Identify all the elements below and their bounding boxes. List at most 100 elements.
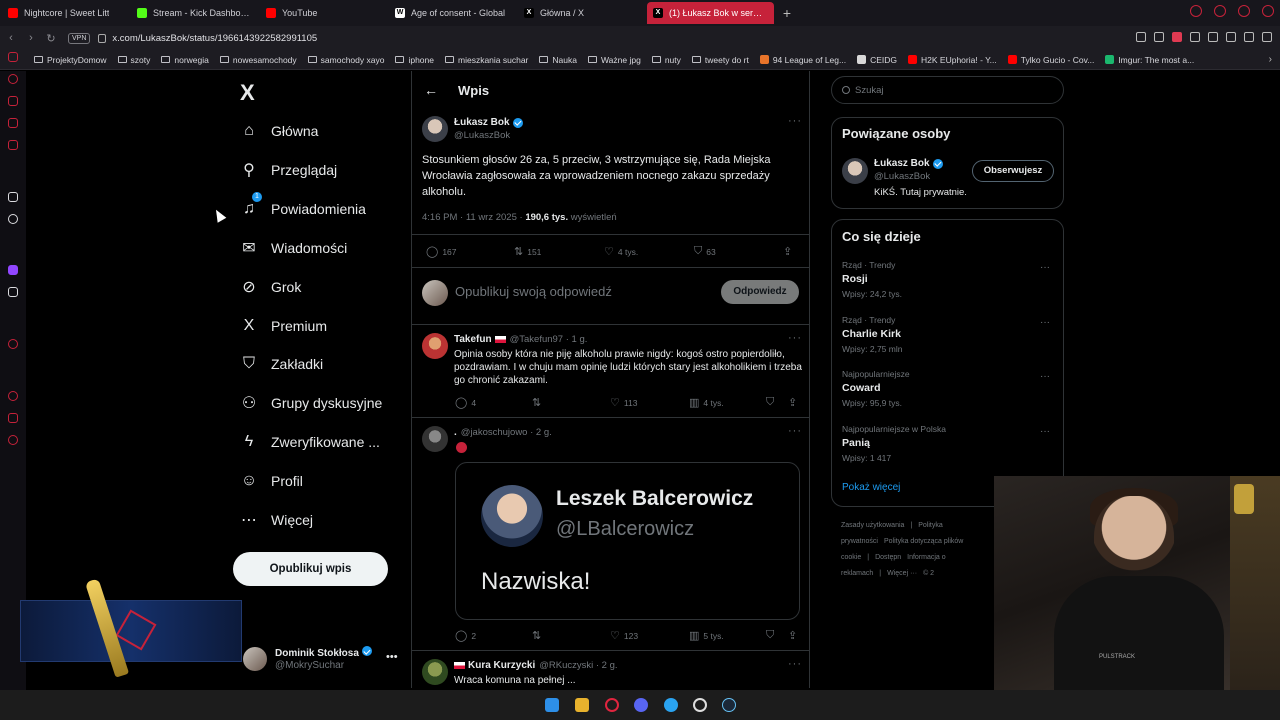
new-tab-button[interactable]: +: [778, 4, 796, 22]
nav-item-7[interactable]: ⛉ Zakładki: [240, 352, 323, 376]
repost-action[interactable]: ⇅ 151: [514, 245, 541, 258]
more-icon[interactable]: ···: [1040, 371, 1050, 382]
repost-action[interactable]: ⇅: [532, 396, 545, 409]
messenger-icon[interactable]: [664, 698, 678, 712]
nav-item-2[interactable]: ⚲ Przeglądaj: [240, 158, 337, 182]
embedded-image[interactable]: Leszek Balcerowicz @LBalcerowicz Nazwisk…: [455, 462, 800, 620]
following-button[interactable]: Obserwujesz: [972, 160, 1054, 182]
reply-input[interactable]: Opublikuj swoją odpowiedź: [455, 284, 612, 299]
trend-name[interactable]: Charlie Kirk: [842, 328, 901, 340]
download-icon[interactable]: [1244, 32, 1254, 42]
browser-tab[interactable]: Nightcore | Sweet Litt: [2, 2, 129, 24]
trend-name[interactable]: Rosji: [842, 273, 868, 285]
bookmark-item[interactable]: Nauka: [539, 55, 577, 65]
bookmark-item[interactable]: H2K EUphoria! - Y...: [908, 55, 997, 65]
nav-item-4[interactable]: ✉ Wiadomości: [240, 236, 347, 260]
more-icon[interactable]: ···: [788, 658, 802, 670]
windows-start-icon[interactable]: [545, 698, 559, 712]
extensions-icon[interactable]: [1226, 32, 1236, 42]
nav-item-6[interactable]: X Premium: [240, 314, 327, 338]
bookmark-item[interactable]: 94 League of Leg...: [759, 55, 846, 65]
nav-item-8[interactable]: ⚇ Grupy dyskusyjne: [240, 391, 382, 415]
back-icon[interactable]: ‹: [2, 32, 20, 44]
reload-icon[interactable]: ↻: [42, 32, 60, 45]
bookmark-item[interactable]: szoty: [117, 55, 150, 65]
reply-action[interactable]: ◯ 2: [455, 629, 476, 642]
wallet-icon[interactable]: [8, 96, 18, 106]
mail-icon[interactable]: [8, 140, 18, 150]
nav-item-9[interactable]: ϟ Zweryfikowane ...: [240, 430, 380, 454]
share-action[interactable]: ⇪: [788, 396, 801, 409]
views-action[interactable]: ▥ 5 tys.: [689, 629, 724, 642]
twitch-icon[interactable]: [8, 265, 18, 275]
discord-icon[interactable]: [634, 698, 648, 712]
related-name[interactable]: Łukasz Bok: [874, 158, 943, 169]
footer-link[interactable]: Więcej ···: [887, 570, 917, 577]
avatar[interactable]: [422, 116, 448, 142]
reply-author-name[interactable]: Takefun @Takefun97 · 1 g.: [454, 334, 587, 345]
browser-tab[interactable]: YouTube: [260, 2, 387, 24]
messenger-icon[interactable]: [8, 118, 18, 128]
like-action[interactable]: ♡ 123: [610, 629, 638, 642]
reply-author-name[interactable]: . @jakoschujowo · 2 g.: [454, 427, 552, 438]
vpn-badge[interactable]: VPN: [68, 32, 91, 44]
post-author-handle[interactable]: @LukaszBok: [454, 130, 510, 141]
more-icon[interactable]: ···: [1040, 317, 1050, 328]
settings-icon[interactable]: [8, 435, 18, 445]
trend-name[interactable]: Panią: [842, 437, 870, 449]
trend-name[interactable]: Coward: [842, 382, 881, 394]
nav-item-10[interactable]: ☺ Profil: [240, 469, 303, 493]
close-icon[interactable]: [1262, 5, 1274, 17]
bookmark-item[interactable]: CEIDG: [857, 55, 897, 65]
related-handle[interactable]: @LukaszBok: [874, 171, 930, 182]
nav-item-11[interactable]: ⋯ Więcej: [240, 508, 313, 532]
more-icon[interactable]: •••: [386, 651, 398, 663]
steam-icon[interactable]: [722, 698, 736, 712]
bookmark-item[interactable]: nuty: [651, 55, 681, 65]
avatar[interactable]: [422, 426, 448, 452]
minimize-icon[interactable]: [1214, 5, 1226, 17]
bookmark-item[interactable]: mieszkania suchar: [445, 55, 528, 65]
heart-icon[interactable]: [1208, 32, 1218, 42]
history-icon[interactable]: [8, 74, 18, 84]
avatar[interactable]: [422, 333, 448, 359]
bookmark-action[interactable]: ⛉: [766, 629, 778, 642]
bookmark-action[interactable]: ⛉: [766, 396, 778, 409]
more-icon[interactable]: ···: [1040, 426, 1050, 437]
reply-action[interactable]: ◯ 4: [455, 396, 476, 409]
browser-tab[interactable]: Stream - Kick Dashboard: [131, 2, 258, 24]
post-author-name[interactable]: Łukasz Bok: [454, 117, 523, 128]
browser-tab-active[interactable]: X (1) Łukasz Bok w serwisie: [647, 2, 774, 24]
back-arrow-icon[interactable]: ←: [424, 82, 438, 98]
repost-action[interactable]: ⇅: [532, 629, 545, 642]
avatar[interactable]: [422, 659, 448, 685]
bookmark-icon[interactable]: [1136, 32, 1146, 42]
bookmark-item[interactable]: norwegia: [161, 55, 209, 65]
bookmark-item[interactable]: iphone: [395, 55, 434, 65]
file-explorer-icon[interactable]: [575, 698, 589, 712]
footer-link[interactable]: Dostępn: [875, 554, 901, 561]
search-input[interactable]: Szukaj: [831, 76, 1064, 104]
avatar[interactable]: [842, 158, 868, 184]
forward-icon[interactable]: ›: [22, 32, 40, 44]
menu-icon[interactable]: [1262, 32, 1272, 42]
add-icon[interactable]: [8, 339, 18, 349]
x-logo-icon[interactable]: X: [240, 80, 255, 106]
bookmark-item[interactable]: tweety do rt: [691, 55, 749, 65]
heart-icon[interactable]: [8, 413, 18, 423]
snapshot-icon[interactable]: [1154, 32, 1164, 42]
x-icon[interactable]: [8, 287, 18, 297]
show-more-link[interactable]: Pokaż więcej: [842, 482, 900, 493]
footer-link[interactable]: © 2: [923, 570, 934, 577]
opera-icon[interactable]: [605, 698, 619, 712]
bookmarks-overflow-icon[interactable]: ›: [1269, 54, 1272, 65]
footer-link[interactable]: Zasady użytkowania: [841, 522, 904, 529]
more-icon[interactable]: ···: [1040, 262, 1050, 273]
sidebar-icon[interactable]: [8, 52, 18, 62]
account-switcher[interactable]: Dominik Stokłosa @MokrySuchar •••: [243, 645, 403, 675]
chatgpt-icon[interactable]: [8, 214, 18, 224]
post-button[interactable]: Opublikuj wpis: [233, 552, 388, 586]
bookmark-item[interactable]: samochody xayo: [307, 55, 384, 65]
nav-item-1[interactable]: ⌂ Główna: [240, 119, 318, 143]
browser-tab[interactable]: X Główna / X: [518, 2, 645, 24]
